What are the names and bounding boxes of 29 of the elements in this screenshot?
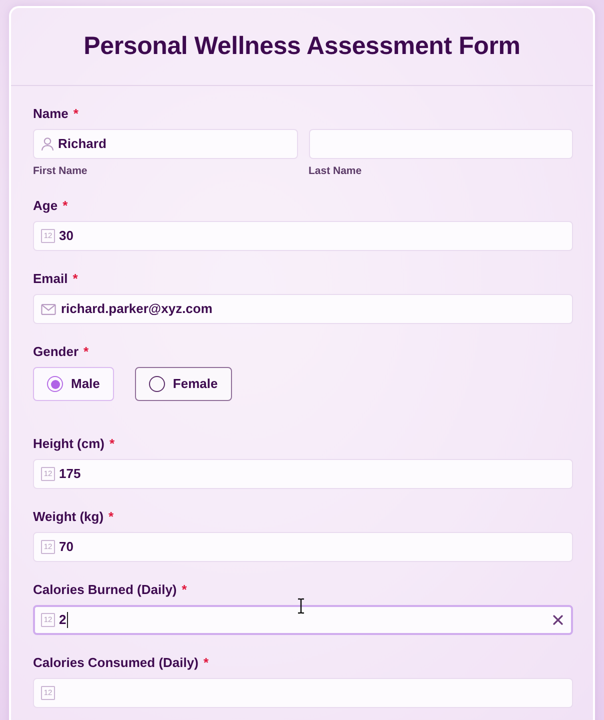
field-label: Name [33,106,68,122]
field-label: Age [33,198,58,214]
required-mark: * [203,655,208,671]
field-label: Email [33,271,68,287]
field-sublabel: Last Name [308,165,362,178]
field-sublabel: First Name [33,165,88,178]
field-label: Gender [33,344,79,360]
field-label: Calories Consumed (Daily) [33,655,198,671]
text-field[interactable] [308,129,573,159]
text-field[interactable]: richard.parker@xyz.com [33,294,573,324]
person-icon [41,137,54,151]
close-icon [553,615,563,625]
radio-option[interactable]: Female [134,367,232,401]
text-field[interactable]: Richard [33,129,298,159]
required-mark: * [182,582,187,598]
field-label: Calories Burned (Daily) [33,582,177,598]
form-title: Personal Wellness Assessment Form [84,32,520,61]
field-label: Weight (kg) [33,509,104,525]
mail-icon [41,304,56,314]
clear-button[interactable] [551,613,565,627]
required-mark: * [73,106,78,122]
required-mark: * [110,436,115,452]
required-mark: * [62,198,68,214]
required-mark: * [72,271,78,287]
radio-option[interactable]: Male [33,367,114,401]
required-mark: * [84,344,89,360]
field-label: Height (cm) [33,436,104,452]
required-mark: * [108,509,114,525]
text-cursor-icon [297,598,305,614]
